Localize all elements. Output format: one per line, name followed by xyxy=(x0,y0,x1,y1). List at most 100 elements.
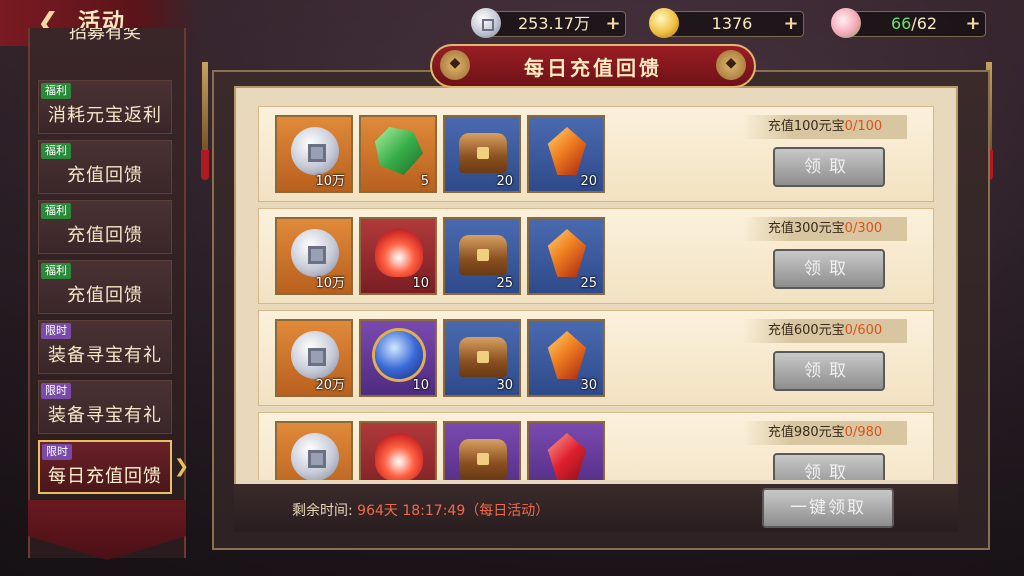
treasure-chest-icon xyxy=(459,235,507,275)
reward-item[interactable]: 10万 xyxy=(275,115,353,193)
tag-badge: 福利 xyxy=(41,263,71,279)
treasure-chest-icon xyxy=(459,133,507,173)
sidebar-item-label: 充值回馈 xyxy=(67,285,143,306)
decor-post xyxy=(202,62,208,162)
recharge-condition: 充值980元宝0/980 xyxy=(743,421,907,445)
recharge-condition: 充值300元宝0/300 xyxy=(743,217,907,241)
item-quantity: 10万 xyxy=(315,276,345,291)
reward-item[interactable]: 10万 xyxy=(275,217,353,295)
gold-value: 1376 xyxy=(711,14,753,33)
chevron-right-icon: ❯ xyxy=(174,456,190,477)
crystal-icon xyxy=(547,127,587,175)
flame-talisman-icon xyxy=(375,229,423,277)
reward-item[interactable]: 30 xyxy=(527,319,605,397)
add-gold-button[interactable]: + xyxy=(782,15,800,33)
sidebar-item-consume-rebate[interactable]: 福利 消耗元宝返利 xyxy=(38,80,172,134)
sidebar-item-label: 每日充值回馈 xyxy=(48,466,162,487)
treasure-chest-icon xyxy=(459,337,507,377)
silver-value: 253.17万 xyxy=(518,14,590,33)
sidebar-item-label: 装备寻宝有礼 xyxy=(48,405,162,426)
add-stamina-button[interactable]: + xyxy=(964,15,982,33)
item-quantity: 10 xyxy=(412,378,429,393)
sidebar-item-recharge-3[interactable]: 福利 充值回馈 xyxy=(38,260,172,314)
gold-resource: 1376 + xyxy=(649,8,804,38)
tag-badge: 福利 xyxy=(41,83,71,99)
ruby-icon xyxy=(547,433,587,480)
reward-item[interactable]: 5 xyxy=(359,115,437,193)
item-quantity: 10万 xyxy=(315,174,345,189)
reward-row: 10万 10 25 25 充值300元宝0/300 领取 xyxy=(258,208,934,304)
add-silver-button[interactable]: + xyxy=(604,15,622,33)
tassel-decor xyxy=(201,150,209,180)
tag-badge: 限时 xyxy=(41,323,71,339)
sidebar-item-equip-treasure-1[interactable]: 限时 装备寻宝有礼 xyxy=(38,320,172,374)
reward-item[interactable] xyxy=(527,421,605,480)
astral-orb-icon xyxy=(375,331,423,379)
claim-button[interactable]: 领取 xyxy=(773,147,885,187)
item-quantity: 20万 xyxy=(315,378,345,393)
sidebar-item-equip-treasure-2[interactable]: 限时 装备寻宝有礼 xyxy=(38,380,172,434)
stamina-resource: 66/62 + xyxy=(831,8,986,38)
crystal-icon xyxy=(547,331,587,379)
reward-item[interactable]: 10 xyxy=(359,319,437,397)
item-quantity: 30 xyxy=(496,378,513,393)
sidebar-item-label: 充值回馈 xyxy=(67,165,143,186)
reward-item[interactable]: 30 xyxy=(443,319,521,397)
tag-badge: 福利 xyxy=(41,203,71,219)
diamond-ornament-icon xyxy=(440,50,470,80)
silver-coin-icon xyxy=(291,127,339,175)
reward-item[interactable] xyxy=(359,421,437,480)
reward-item[interactable]: 20 xyxy=(443,115,521,193)
sidebar-item-partial[interactable]: 招募有奖 xyxy=(38,28,172,52)
item-quantity: 10 xyxy=(412,276,429,291)
claim-button[interactable]: 领取 xyxy=(773,249,885,289)
item-quantity: 30 xyxy=(580,378,597,393)
sidebar-item-label: 装备寻宝有礼 xyxy=(48,345,162,366)
reward-item[interactable]: 25 xyxy=(527,217,605,295)
crystal-icon xyxy=(547,229,587,277)
item-quantity: 25 xyxy=(580,276,597,291)
claim-button[interactable]: 领取 xyxy=(773,351,885,391)
sidebar-item-label: 消耗元宝返利 xyxy=(48,105,162,126)
silver-coin-icon xyxy=(291,331,339,379)
remaining-time: 剩余时间: 964天 18:17:49（每日活动） xyxy=(292,500,549,520)
peach-icon xyxy=(831,8,861,38)
reward-list[interactable]: 10万 5 20 20 充值100元宝0/100 领取 10万 10 25 25… xyxy=(240,102,952,480)
item-quantity: 25 xyxy=(496,276,513,291)
silver-coin-icon xyxy=(291,229,339,277)
reward-item[interactable]: 25 xyxy=(443,217,521,295)
timer-label: 剩余时间: xyxy=(292,503,353,519)
sidebar-item-recharge-1[interactable]: 福利 充值回馈 xyxy=(38,140,172,194)
silver-coin-icon xyxy=(291,433,339,480)
panel-title: 每日充值回馈 xyxy=(524,56,662,80)
claim-all-button[interactable]: 一键领取 xyxy=(762,488,894,528)
gold-ingot-icon xyxy=(649,8,679,38)
emerald-icon xyxy=(375,127,423,175)
sidebar-item-label: 充值回馈 xyxy=(67,225,143,246)
item-quantity: 20 xyxy=(580,174,597,189)
reward-row: 10万 5 20 20 充值100元宝0/100 领取 xyxy=(258,106,934,202)
tag-badge: 限时 xyxy=(41,383,71,399)
item-quantity: 5 xyxy=(420,174,429,189)
recharge-condition: 充值600元宝0/600 xyxy=(743,319,907,343)
sidebar-item-daily-recharge[interactable]: 限时 每日充值回馈 xyxy=(38,440,172,494)
recharge-condition: 充值100元宝0/100 xyxy=(743,115,907,139)
reward-row: 充值980元宝0/980 领取 xyxy=(258,412,934,480)
reward-item[interactable]: 10 xyxy=(359,217,437,295)
reward-item[interactable]: 20 xyxy=(527,115,605,193)
item-quantity: 20 xyxy=(496,174,513,189)
flame-talisman-icon xyxy=(375,433,423,480)
reward-item[interactable] xyxy=(275,421,353,480)
claim-button[interactable]: 领取 xyxy=(773,453,885,480)
stamina-value: 66/62 xyxy=(890,14,938,33)
tag-badge: 福利 xyxy=(41,143,71,159)
reward-item[interactable]: 20万 xyxy=(275,319,353,397)
silver-resource: 253.17万 + xyxy=(471,8,626,38)
sidebar-item-recharge-2[interactable]: 福利 充值回馈 xyxy=(38,200,172,254)
timer-value: 964天 18:17:49（每日活动） xyxy=(357,503,550,519)
diamond-ornament-icon xyxy=(716,50,746,80)
reward-item[interactable] xyxy=(443,421,521,480)
treasure-chest-icon xyxy=(459,439,507,479)
tag-badge: 限时 xyxy=(42,444,72,460)
silver-coin-icon xyxy=(471,8,501,38)
